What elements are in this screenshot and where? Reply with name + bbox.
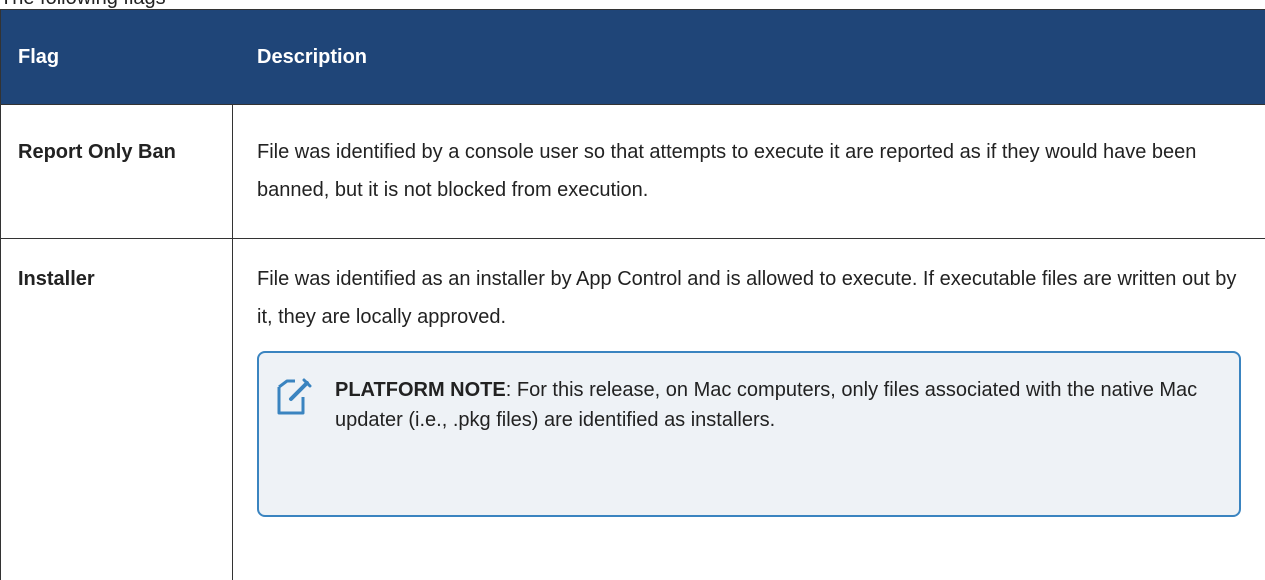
note-lead: PLATFORM NOTE [335,379,506,401]
description-cell: File was identified as an installer by A… [233,239,1265,580]
document-page: The following flags Flag Description Rep… [0,0,1265,580]
header-flag: Flag [1,10,233,104]
flag-cell: Report Only Ban [1,105,233,238]
table-row: Installer File was identified as an inst… [1,239,1265,580]
description-text: File was identified as an installer by A… [257,268,1237,328]
flag-cell: Installer [1,239,233,580]
flags-table: Flag Description Report Only Ban File wa… [0,9,1265,580]
platform-note-callout: PLATFORM NOTE: For this release, on Mac … [257,351,1241,517]
header-description: Description [257,46,368,68]
table-row: Report Only Ban File was identified by a… [1,105,1265,239]
table-header-row: Flag Description [1,10,1265,105]
note-text: PLATFORM NOTE: For this release, on Mac … [335,375,1219,515]
description-cell: File was identified by a console user so… [257,141,1197,201]
note-edit-icon [273,377,313,417]
